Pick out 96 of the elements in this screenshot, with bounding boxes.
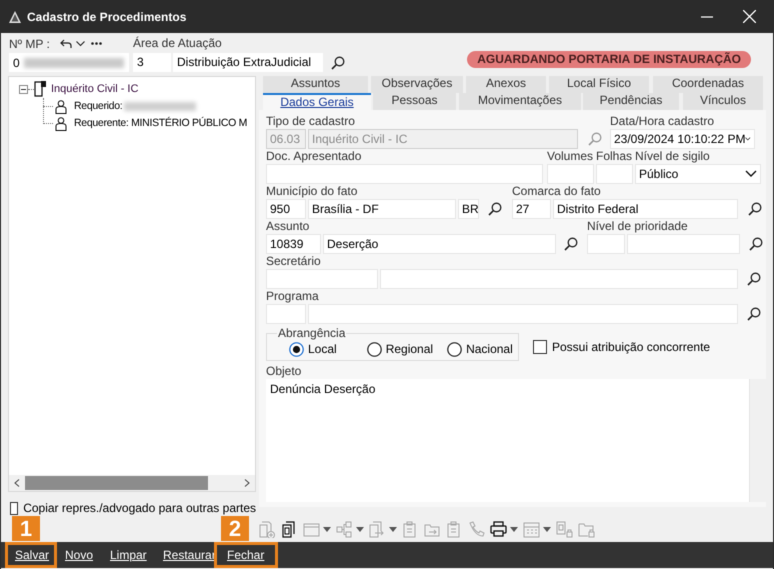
input-field[interactable]: Distribuição ExtraJudicial	[173, 53, 323, 72]
input-field[interactable]	[266, 304, 306, 324]
input-field[interactable]: 10839	[266, 234, 321, 254]
tab[interactable]: Vínculos	[683, 93, 763, 110]
field-label: Nível de prioridade	[587, 219, 689, 233]
tree-item[interactable]: Requerido:	[74, 98, 122, 114]
tab[interactable]: Assuntos	[263, 76, 368, 93]
chevron-down-icon[interactable]	[76, 40, 85, 46]
tab[interactable]: Movimentações	[459, 93, 581, 110]
field-label: Comarca do fato	[512, 184, 602, 198]
field-label: Município do fato	[266, 184, 358, 198]
radio-label: Regional	[386, 341, 434, 358]
close-icon[interactable]	[743, 10, 756, 23]
input-field[interactable]	[266, 164, 543, 184]
scroll-left-icon[interactable]	[14, 479, 20, 487]
field-label: Área de Atuação	[133, 35, 223, 52]
text-area[interactable]: Denúncia Deserção	[266, 379, 766, 502]
field-label: Secretário	[266, 254, 322, 268]
input-field[interactable]	[596, 164, 633, 184]
field-label: Tipo de cadastro	[266, 114, 356, 128]
field-label: Nº MP :	[9, 36, 50, 52]
input-field[interactable]: 27	[512, 199, 551, 219]
tab[interactable]: Anexos	[466, 76, 546, 93]
radio-button[interactable]	[447, 342, 462, 356]
callout-badge: 2	[221, 516, 249, 541]
input-field[interactable]	[380, 269, 738, 289]
document-icon	[34, 81, 46, 97]
input-field[interactable]	[266, 269, 378, 289]
scroll-right-icon[interactable]	[244, 479, 250, 487]
chevron-down-icon[interactable]	[745, 135, 751, 143]
input-field[interactable]: BR	[458, 199, 479, 219]
tab[interactable]: Dados Gerais	[263, 93, 371, 110]
search-icon[interactable]	[748, 202, 762, 216]
field-label: Assunto	[266, 219, 310, 233]
status-badge: AGUARDANDO PORTARIA DE INSTAURAÇÃO	[467, 51, 751, 68]
horizontal-scrollbar[interactable]	[9, 475, 255, 491]
vertical-scrollbar[interactable]	[749, 379, 766, 502]
search-icon[interactable]	[749, 237, 763, 251]
dropdown-field[interactable]: Público	[635, 164, 761, 184]
field-label: Folhas	[596, 149, 633, 163]
search-icon[interactable]	[747, 307, 761, 321]
input-field[interactable]: Brasília - DF	[308, 199, 456, 219]
action-button[interactable]: Salvar	[5, 542, 57, 568]
radio-button[interactable]	[366, 342, 382, 356]
action-button[interactable]: Novo	[57, 542, 100, 568]
action-button[interactable]: Fechar	[214, 542, 278, 568]
input-field[interactable]	[547, 164, 594, 184]
tree-item[interactable]: Requerente: MINISTÉRIO PÚBLICO M	[74, 116, 248, 132]
person-icon	[55, 100, 67, 114]
group-label: Abrangência	[277, 326, 346, 340]
field-label: Nível de sigilo	[635, 149, 711, 163]
input-field[interactable]: 3	[133, 53, 171, 72]
search-icon[interactable]	[488, 202, 502, 216]
action-button[interactable]: Restaurar	[153, 542, 214, 568]
search-icon[interactable]	[564, 237, 578, 251]
window-title: Cadastro de Procedimentos	[27, 8, 186, 26]
field-label: Programa	[266, 289, 320, 303]
input-field[interactable]	[627, 234, 740, 254]
scrollbar-thumb[interactable]	[25, 476, 208, 490]
collapse-toggle[interactable]	[19, 84, 28, 94]
input-field[interactable]	[308, 304, 738, 324]
callout-badge: 1	[12, 516, 40, 541]
input-field[interactable]: 0	[9, 53, 129, 72]
dropdown-caret-icon[interactable]	[510, 527, 518, 532]
checkbox[interactable]	[10, 502, 18, 514]
field-label: Objeto	[266, 364, 302, 378]
input-field[interactable]: Deserção	[323, 234, 556, 254]
printer-icon[interactable]	[490, 521, 507, 538]
person-icon	[55, 116, 67, 130]
chevron-down-icon[interactable]	[745, 170, 757, 178]
more-icon[interactable]	[90, 42, 102, 45]
undo-icon[interactable]	[60, 38, 72, 48]
tab[interactable]: Pendências	[583, 93, 679, 110]
tab[interactable]: Coordenadas	[653, 76, 763, 93]
input-field[interactable]: Distrito Federal	[553, 199, 738, 219]
checkbox-label: Possui atribuição concorrente	[552, 339, 710, 356]
dropdown-field[interactable]: 23/09/2024 10:10:22 PM	[610, 129, 755, 149]
action-button[interactable]: Limpar	[100, 542, 153, 568]
field-label: Volumes	[547, 149, 594, 163]
tab[interactable]: Observações	[371, 76, 463, 93]
tab[interactable]: Local Físico	[549, 76, 649, 93]
radio-button[interactable]	[289, 342, 304, 356]
radio-label: Local	[308, 341, 337, 358]
search-icon[interactable]	[747, 272, 761, 286]
field-label: Data/Hora cadastro	[610, 114, 716, 128]
search-icon[interactable]	[331, 56, 345, 70]
checkbox[interactable]	[533, 340, 547, 354]
radio-label: Nacional	[466, 341, 513, 358]
app-logo-icon	[9, 10, 21, 22]
tree-item[interactable]: Inquérito Civil - IC	[51, 81, 138, 97]
checkbox-label: Copiar repres./advogado para outras partes	[23, 500, 256, 517]
field-label: Doc. Apresentado	[266, 149, 362, 163]
text-area-value: Denúncia Deserção	[269, 381, 376, 398]
input-field[interactable]	[587, 234, 625, 254]
input-field[interactable]: 950	[266, 199, 306, 219]
tab[interactable]: Pessoas	[373, 93, 456, 110]
